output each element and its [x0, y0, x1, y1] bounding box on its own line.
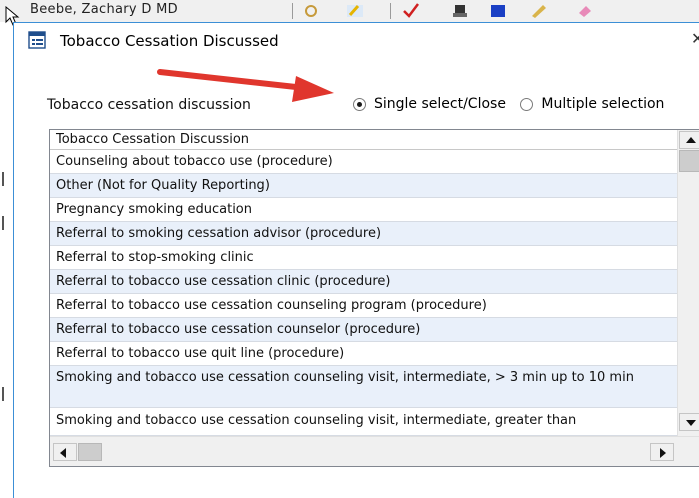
toolbar-stamp-icon[interactable]	[451, 3, 469, 18]
selection-mode-radio-group: Single select/Close Multiple selection	[353, 96, 674, 112]
toolbar-blue-icon[interactable]	[489, 3, 507, 18]
scroll-left-arrow-icon	[60, 448, 66, 458]
grid-row[interactable]: Other (Not for Quality Reporting)	[50, 174, 677, 198]
horizontal-scroll-thumb[interactable]	[78, 443, 102, 461]
background-window-title: Beebe, Zachary D MD	[30, 2, 178, 17]
section-label: Tobacco cessation discussion	[47, 97, 251, 113]
grid-row[interactable]: Pregnancy smoking education	[50, 198, 677, 222]
toolbar-pencil-icon[interactable]	[530, 3, 548, 18]
scroll-right-arrow-icon	[660, 448, 666, 458]
dialog-titlebar[interactable]: Tobacco Cessation Discussed ✕	[14, 23, 699, 61]
grid-row[interactable]: Referral to tobacco use quit line (proce…	[50, 342, 677, 366]
vertical-scrollbar[interactable]	[677, 130, 699, 436]
scroll-up-arrow-icon	[686, 137, 696, 143]
grid-column-header[interactable]: Tobacco Cessation Discussion	[50, 130, 677, 150]
radio-single-select-label[interactable]: Single select/Close	[374, 96, 506, 112]
scroll-left-button[interactable]	[53, 443, 77, 461]
toolbar-erase-icon[interactable]	[576, 3, 594, 18]
grid-row[interactable]: Referral to stop-smoking clinic	[50, 246, 677, 270]
grid-row[interactable]: Smoking and tobacco use cessation counse…	[50, 366, 677, 408]
grid-row[interactable]: Smoking and tobacco use cessation counse…	[50, 408, 677, 436]
background-window-edge	[0, 22, 7, 493]
toolbar-separator	[292, 3, 293, 19]
edge-tick	[2, 216, 4, 230]
grid-row[interactable]: Referral to tobacco use cessation counse…	[50, 294, 677, 318]
tobacco-cessation-dialog: Tobacco Cessation Discussed ✕ Tobacco ce…	[13, 22, 699, 498]
radio-selected-icon[interactable]	[353, 97, 366, 111]
edge-tick	[2, 387, 4, 401]
toolbar-check-icon[interactable]	[402, 3, 420, 18]
vertical-scroll-thumb[interactable]	[679, 150, 699, 172]
horizontal-scrollbar[interactable]	[50, 436, 699, 466]
radio-unselected-icon[interactable]	[520, 97, 534, 111]
grid-row[interactable]: Counseling about tobacco use (procedure)	[50, 150, 677, 174]
grid-row[interactable]: Referral to smoking cessation advisor (p…	[50, 222, 677, 246]
scroll-down-arrow-icon	[686, 420, 696, 426]
toolbar-tool-icon[interactable]	[302, 3, 320, 18]
list-form-icon	[28, 31, 46, 49]
toolbar-highlight-icon[interactable]	[346, 3, 364, 18]
grid-row[interactable]: Referral to tobacco use cessation clinic…	[50, 270, 677, 294]
radio-multiple-selection-label[interactable]: Multiple selection	[541, 96, 664, 112]
grid-row[interactable]: Referral to tobacco use cessation counse…	[50, 318, 677, 342]
edge-tick	[2, 172, 4, 186]
cessation-options-grid: Tobacco Cessation Discussion Counseling …	[49, 129, 699, 467]
close-button[interactable]: ✕	[691, 29, 699, 48]
dialog-title: Tobacco Cessation Discussed	[60, 32, 279, 50]
toolbar-separator	[390, 3, 391, 19]
background-toolbar: Beebe, Zachary D MD	[0, 0, 699, 22]
scroll-down-button[interactable]	[679, 413, 699, 431]
scroll-right-button[interactable]	[650, 443, 674, 461]
scroll-up-button[interactable]	[679, 131, 699, 149]
